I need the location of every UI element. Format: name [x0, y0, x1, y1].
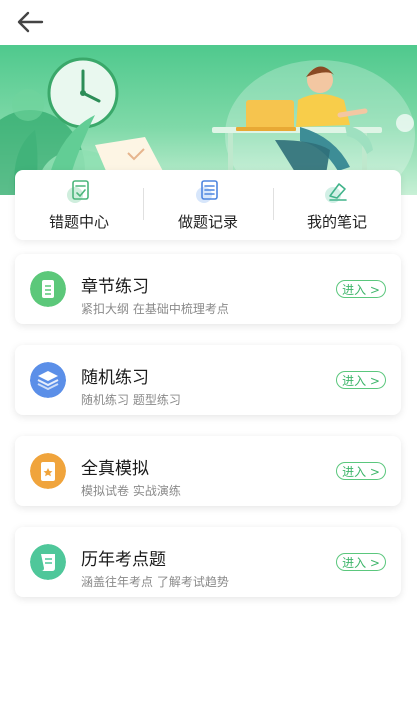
list-icon — [196, 180, 218, 203]
enter-button[interactable]: 进入 > — [336, 553, 386, 571]
scroll-icon — [30, 544, 66, 580]
card-subtitle: 涵盖往年考点 了解考试趋势 — [81, 575, 229, 589]
card-title: 随机练习 — [81, 368, 149, 388]
enter-button[interactable]: 进入 > — [336, 462, 386, 480]
card-title: 历年考点题 — [81, 550, 166, 570]
quick-link-label: 我的笔记 — [306, 213, 367, 231]
checklist-icon — [67, 180, 89, 203]
quick-link-label: 错题中心 — [48, 213, 109, 231]
quick-link-notes[interactable]: 我的笔记 — [273, 170, 401, 240]
top-bar — [0, 0, 417, 45]
quick-links-panel: 错题中心 做题记录 我的笔记 — [15, 170, 401, 240]
card-subtitle: 随机练习 题型练习 — [81, 393, 181, 407]
eraser-pencil-icon — [325, 183, 347, 203]
card-mock-exam[interactable]: 全真模拟 模拟试卷 实战演练 进入 > — [15, 436, 401, 506]
card-subtitle: 紧扣大纲 在基础中梳理考点 — [81, 302, 229, 316]
back-button[interactable] — [14, 8, 46, 36]
card-random-practice[interactable]: 随机练习 随机练习 题型练习 进入 > — [15, 345, 401, 415]
arrow-left-icon — [17, 11, 44, 33]
card-past-exam-points[interactable]: 历年考点题 涵盖往年考点 了解考试趋势 进入 > — [15, 527, 401, 597]
clock-icon — [47, 57, 119, 129]
card-chapter-practice[interactable]: 章节练习 紧扣大纲 在基础中梳理考点 进入 > — [15, 254, 401, 324]
card-title: 全真模拟 — [81, 459, 149, 479]
card-title: 章节练习 — [81, 277, 149, 297]
layers-icon — [30, 362, 66, 398]
exam-icon — [30, 453, 66, 489]
quick-link-label: 做题记录 — [177, 213, 238, 231]
enter-button[interactable]: 进入 > — [336, 280, 386, 298]
enter-button[interactable]: 进入 > — [336, 371, 386, 389]
document-icon — [30, 271, 66, 307]
quick-link-wrong-questions[interactable]: 错题中心 — [15, 170, 143, 240]
quick-link-records[interactable]: 做题记录 — [144, 170, 272, 240]
card-subtitle: 模拟试卷 实战演练 — [81, 484, 181, 498]
